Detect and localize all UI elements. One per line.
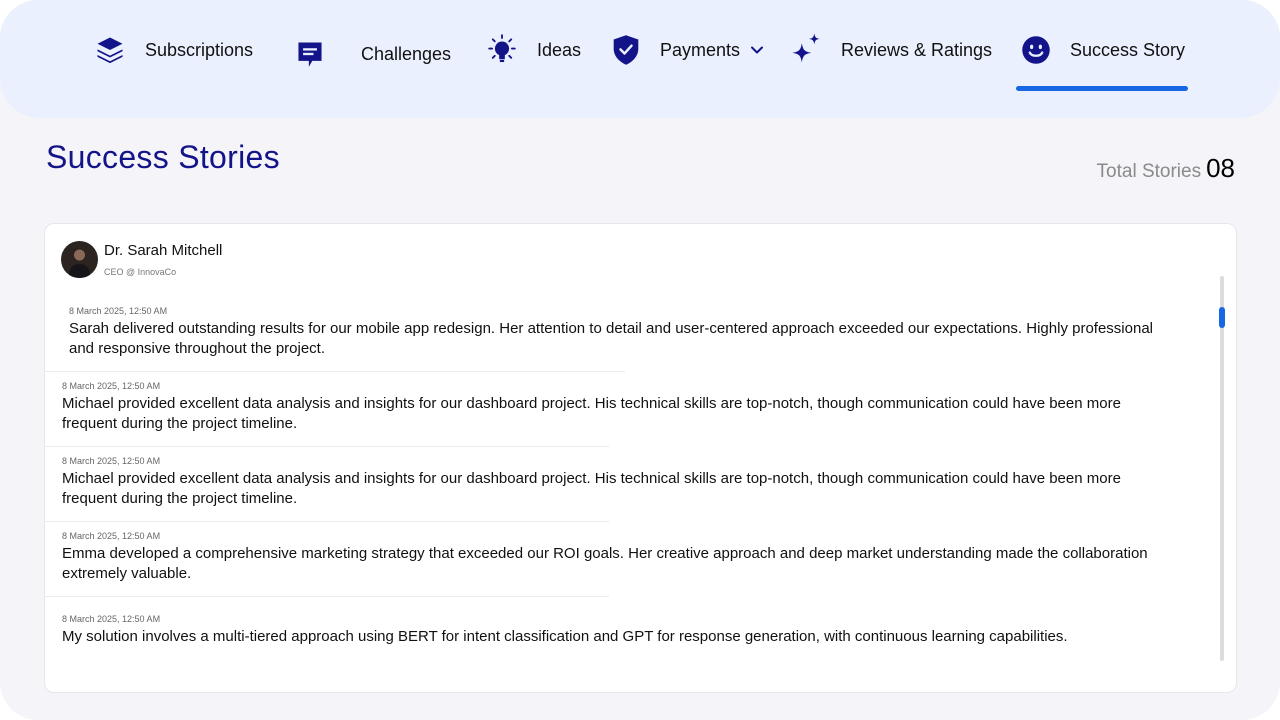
list-item: 8 March 2025, 12:50 AM Michael provided … [62,456,1222,509]
story-date: 8 March 2025, 12:50 AM [62,456,161,466]
active-tab-indicator [1016,86,1188,91]
list-item: 8 March 2025, 12:50 AM Emma developed a … [62,531,1222,584]
nav-item-reviews-ratings[interactable]: Reviews & Ratings [789,30,992,70]
nav-label-challenges: Challenges [361,43,452,64]
story-card: Dr. Sarah Mitchell CEO @ InnovaCo 8 Marc… [44,223,1237,693]
list-item: 8 March 2025, 12:50 AM My solution invol… [62,614,1222,647]
nav-label-ideas: Ideas [537,39,582,60]
total-stories-label: Total Stories [1096,161,1202,182]
story-date: 8 March 2025, 12:50 AM [69,306,168,316]
nav-label-success-story: Success Story [1070,39,1186,60]
app-frame: Subscriptions Challenges Ideas Payments … [0,0,1280,720]
list-item: 8 March 2025, 12:50 AM Sarah delivered o… [69,306,1229,359]
story-date: 8 March 2025, 12:50 AM [62,381,161,391]
nav-item-success-story[interactable]: Success Story [1019,30,1185,70]
smiley-icon [1019,33,1053,67]
story-text: Michael provided excellent data analysis… [62,470,1121,507]
layers-icon [93,33,127,67]
story-text: Sarah delivered outstanding results for … [69,320,1153,357]
nav-label-reviews-ratings: Reviews & Ratings [841,39,993,60]
sparkles-icon [789,33,823,67]
avatar [61,241,98,278]
nav-label-payments: Payments [660,39,741,60]
scrollbar-track[interactable] [1220,276,1224,661]
list-item: 8 March 2025, 12:50 AM Michael provided … [62,381,1222,434]
divider [45,446,609,447]
total-stories: Total Stories 08 [1097,153,1235,184]
total-stories-count: 08 [1206,153,1235,183]
story-date: 8 March 2025, 12:50 AM [62,531,161,541]
chat-icon [293,37,327,71]
story-date: 8 March 2025, 12:50 AM [62,614,161,624]
author-info: Dr. Sarah Mitchell CEO @ InnovaCo [61,241,222,278]
author-role: CEO @ InnovaCo [104,267,177,277]
lightbulb-icon [485,33,519,67]
divider [45,521,609,522]
nav-item-payments[interactable]: Payments [609,30,764,70]
author-name: Dr. Sarah Mitchell [104,242,223,259]
divider [45,596,609,597]
scrollbar-thumb[interactable] [1219,307,1225,328]
nav-item-subscriptions[interactable]: Subscriptions [93,30,253,70]
page-title: Success Stories [46,139,280,175]
nav-item-challenges[interactable]: Challenges [293,34,451,74]
nav-label-subscriptions: Subscriptions [145,39,254,60]
story-text: Michael provided excellent data analysis… [62,395,1121,432]
shield-check-icon [609,33,643,67]
top-nav: Subscriptions Challenges Ideas Payments … [0,0,1280,118]
story-text: My solution involves a multi-tiered appr… [62,628,1068,645]
chevron-down-icon[interactable] [750,43,764,57]
nav-item-ideas[interactable]: Ideas [485,30,581,70]
story-text: Emma developed a comprehensive marketing… [62,545,1148,582]
divider [45,371,625,372]
